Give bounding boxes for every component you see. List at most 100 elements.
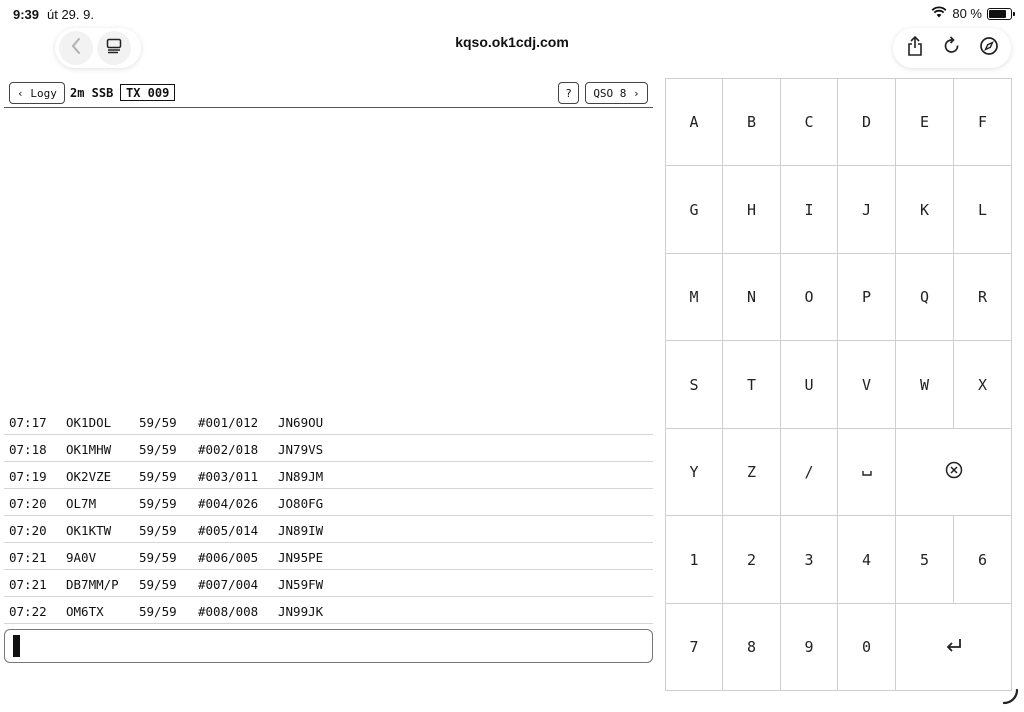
key-v[interactable]: V xyxy=(838,341,896,429)
log-time: 07:22 xyxy=(9,604,47,619)
key-y[interactable]: Y xyxy=(666,429,723,516)
enter-icon xyxy=(945,637,963,657)
log-rst: 59/59 xyxy=(139,469,177,484)
resize-handle-icon[interactable] xyxy=(1002,688,1020,706)
log-locator: JN89IW xyxy=(278,523,324,538)
log-rst: 59/59 xyxy=(139,604,177,619)
key-p[interactable]: P xyxy=(838,254,896,341)
log-callsign: OL7M xyxy=(66,496,97,511)
key-4[interactable]: 4 xyxy=(838,516,896,604)
log-row[interactable]: 07:21 9A0V 59/59 #006/005 JN95PE xyxy=(4,543,653,570)
log-row[interactable]: 07:22 OM6TX 59/59 #008/008 JN99JK xyxy=(4,597,653,624)
log-callsign: OK1MHW xyxy=(66,442,112,457)
key-t[interactable]: T xyxy=(723,341,781,429)
status-time: 9:39 xyxy=(13,7,40,22)
key-l[interactable]: L xyxy=(954,166,1011,254)
key-c[interactable]: C xyxy=(781,79,838,166)
log-serial: #002/018 xyxy=(198,442,259,457)
log-row[interactable]: 07:19 OK2VZE 59/59 #003/011 JN89JM xyxy=(4,462,653,489)
key-j[interactable]: J xyxy=(838,166,896,254)
key-q[interactable]: Q xyxy=(896,254,954,341)
log-callsign: OM6TX xyxy=(66,604,104,619)
key-x[interactable]: X xyxy=(954,341,1011,429)
key-i[interactable]: I xyxy=(781,166,838,254)
log-rst: 59/59 xyxy=(139,415,177,430)
log-rst: 59/59 xyxy=(139,550,177,565)
key-slash[interactable]: / xyxy=(781,429,838,516)
qso-count-button[interactable]: QSO 8 › xyxy=(585,82,648,104)
log-rst: 59/59 xyxy=(139,442,177,457)
back-icon xyxy=(70,37,82,60)
log-callsign: DB7MM/P xyxy=(66,577,119,592)
nav-pill xyxy=(55,28,141,68)
battery-fill xyxy=(989,9,1006,18)
key-s[interactable]: S xyxy=(666,341,723,429)
log-rst: 59/59 xyxy=(139,577,177,592)
key-k[interactable]: K xyxy=(896,166,954,254)
key-3[interactable]: 3 xyxy=(781,516,838,604)
key-enter[interactable] xyxy=(896,604,1011,690)
qso-log-table: 07:17 OK1DOL 59/59 #001/012 JN69OU 07:18 OK1MH… xyxy=(4,408,653,624)
key-n[interactable]: N xyxy=(723,254,781,341)
key-z[interactable]: Z xyxy=(723,429,781,516)
tabs-button[interactable] xyxy=(97,31,131,65)
key-h[interactable]: H xyxy=(723,166,781,254)
compass-button[interactable] xyxy=(974,31,1005,65)
back-button[interactable] xyxy=(59,31,93,65)
log-serial: #008/008 xyxy=(198,604,259,619)
band-mode: 2m SSB xyxy=(70,86,114,100)
log-locator: JN69OU xyxy=(278,415,324,430)
help-button[interactable]: ? xyxy=(558,82,579,104)
log-rst: 59/59 xyxy=(139,496,177,511)
key-6[interactable]: 6 xyxy=(954,516,1011,604)
key-r[interactable]: R xyxy=(954,254,1011,341)
space-icon xyxy=(861,463,873,481)
key-o[interactable]: O xyxy=(781,254,838,341)
key-1[interactable]: 1 xyxy=(666,516,723,604)
key-g[interactable]: G xyxy=(666,166,723,254)
status-date: út 29. 9. xyxy=(47,7,94,22)
battery-percent: 80 % xyxy=(952,6,982,21)
log-serial: #006/005 xyxy=(198,550,259,565)
on-screen-keypad: A B C D E F G H I J K L M N O P Q R S T U V W X Y Z/ 1 2 3 4 5 6 7 8 9 0 xyxy=(665,78,1012,691)
log-locator: JN79VS xyxy=(278,442,324,457)
log-serial: #005/014 xyxy=(198,523,259,538)
key-a[interactable]: A xyxy=(666,79,723,166)
log-time: 07:17 xyxy=(9,415,47,430)
callsign-input[interactable] xyxy=(4,629,653,663)
key-u[interactable]: U xyxy=(781,341,838,429)
log-callsign: 9A0V xyxy=(66,550,97,565)
key-w[interactable]: W xyxy=(896,341,954,429)
key-8[interactable]: 8 xyxy=(723,604,781,690)
battery-icon xyxy=(987,7,1015,20)
log-time: 07:21 xyxy=(9,550,47,565)
reload-icon xyxy=(942,35,962,61)
key-m[interactable]: M xyxy=(666,254,723,341)
log-row[interactable]: 07:18 OK1MHW 59/59 #002/018 JN79VS xyxy=(4,435,653,462)
log-time: 07:18 xyxy=(9,442,47,457)
log-row[interactable]: 07:20 OK1KTW 59/59 #005/014 JN89IW xyxy=(4,516,653,543)
key-f[interactable]: F xyxy=(954,79,1011,166)
compass-icon xyxy=(979,36,999,61)
key-2[interactable]: 2 xyxy=(723,516,781,604)
key-b[interactable]: B xyxy=(723,79,781,166)
log-serial: #004/026 xyxy=(198,496,259,511)
key-space[interactable] xyxy=(838,429,896,516)
key-7[interactable]: 7 xyxy=(666,604,723,690)
log-row[interactable]: 07:17 OK1DOL 59/59 #001/012 JN69OU xyxy=(4,408,653,435)
log-locator: JN89JM xyxy=(278,469,324,484)
share-button[interactable] xyxy=(899,31,930,65)
log-row[interactable]: 07:21 DB7MM/P 59/59 #007/004 JN59FW xyxy=(4,570,653,597)
key-d[interactable]: D xyxy=(838,79,896,166)
backspace-icon xyxy=(945,461,963,483)
key-9[interactable]: 9 xyxy=(781,604,838,690)
key-e[interactable]: E xyxy=(896,79,954,166)
reload-button[interactable] xyxy=(936,31,967,65)
key-backspace[interactable] xyxy=(896,429,1011,516)
key-5[interactable]: 5 xyxy=(896,516,954,604)
key-0[interactable]: 0 xyxy=(838,604,896,690)
log-locator: JN99JK xyxy=(278,604,324,619)
address-bar[interactable]: kqso.ok1cdj.com xyxy=(380,34,644,50)
log-row[interactable]: 07:20 OL7M 59/59 #004/026 JO80FG xyxy=(4,489,653,516)
back-to-logs-button[interactable]: ‹ Logy xyxy=(9,82,65,104)
